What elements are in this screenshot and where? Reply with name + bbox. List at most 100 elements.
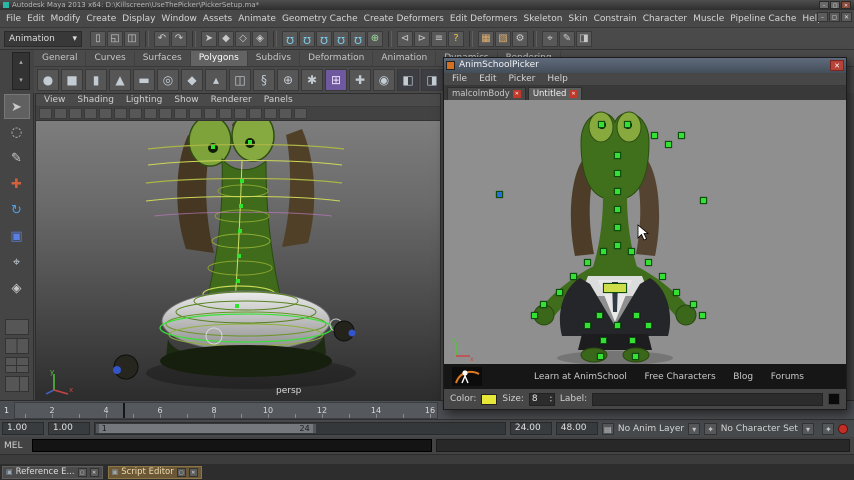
picker-button-5[interactable]	[700, 196, 707, 204]
picker-button-23[interactable]	[531, 311, 538, 319]
separate-icon[interactable]: ◨	[421, 69, 443, 91]
character-set-key-icon[interactable]: ✦	[704, 422, 717, 435]
taskbar-script-editor[interactable]: ▣ Script Editor ▢ ✕	[107, 465, 202, 479]
range-slider-handle[interactable]: 1 24	[95, 424, 316, 433]
picker-button-21[interactable]	[540, 300, 547, 308]
range-slider[interactable]: 1 24	[93, 422, 506, 435]
picker-menu-help[interactable]: Help	[541, 73, 574, 85]
maximize-button[interactable]: ▢	[830, 1, 840, 9]
two-d-pan-zoom-icon[interactable]	[114, 108, 127, 119]
record-button[interactable]	[838, 423, 848, 434]
gate-mask-icon[interactable]	[189, 108, 202, 119]
poly-cube-icon[interactable]: ■	[61, 69, 83, 91]
color-swatch[interactable]	[481, 393, 498, 405]
shelf-tab-surfaces[interactable]: Surfaces	[135, 51, 191, 66]
last-tool[interactable]: ◈	[4, 276, 30, 301]
menu-skin[interactable]: Skin	[565, 10, 590, 28]
close-icon[interactable]: ✕	[188, 467, 198, 477]
animation-start-field[interactable]: 1.00	[47, 422, 90, 435]
picker-button-27[interactable]	[633, 311, 640, 319]
picker-button-10[interactable]	[614, 205, 621, 213]
safe-title-icon[interactable]	[234, 108, 247, 119]
picker-button-6[interactable]	[496, 190, 503, 198]
poly-pyramid-icon[interactable]: ▴	[205, 69, 227, 91]
viewport-view[interactable]: y x persp	[36, 121, 440, 399]
animschool-picker-window[interactable]: AnimSchoolPicker ✕ File Edit Picker Help ma…	[443, 57, 847, 410]
poly-cone-icon[interactable]: ▲	[109, 69, 131, 91]
resolution-gate-icon[interactable]	[174, 108, 187, 119]
picker-button-13[interactable]	[600, 247, 607, 255]
render-current-frame-icon[interactable]: ▦	[478, 30, 494, 47]
help-icon[interactable]: ?	[448, 30, 464, 47]
picker-button-33[interactable]	[597, 352, 604, 360]
picker-button-15[interactable]	[584, 258, 591, 266]
safe-action-icon[interactable]	[219, 108, 232, 119]
output-connections-icon[interactable]: ⊳	[414, 30, 430, 47]
picker-button-12[interactable]	[614, 241, 621, 249]
snap-grid-icon[interactable]: Ω	[282, 30, 298, 47]
poly-pipe-icon[interactable]: ◫	[229, 69, 251, 91]
picker-button-30[interactable]	[645, 321, 652, 329]
size-spinner[interactable]: ▴ ▾	[550, 395, 552, 403]
picker-button-11[interactable]	[614, 223, 621, 231]
picker-button-17[interactable]	[570, 272, 577, 280]
image-plane-icon[interactable]	[99, 108, 112, 119]
shaded-mode-icon[interactable]	[264, 108, 277, 119]
shelf-tab-general[interactable]: General	[34, 51, 87, 66]
command-input[interactable]	[32, 439, 432, 452]
menu-display[interactable]: Display	[119, 10, 158, 28]
menu-set-selector[interactable]: Animation ▾	[4, 30, 82, 47]
make-live-icon[interactable]: ⊕	[367, 30, 383, 47]
shelf-switcher[interactable]: ▴ ▾	[12, 52, 30, 90]
menu-character[interactable]: Character	[640, 10, 690, 28]
timeline-track[interactable]: 2 4 6 8 10 12 14 16	[14, 402, 438, 419]
picker-button-18[interactable]	[659, 272, 666, 280]
shelf-tab-curves[interactable]: Curves	[86, 51, 135, 66]
sculpt-geometry-icon[interactable]: ✱	[301, 69, 323, 91]
lasso-tool[interactable]: ◌	[4, 120, 30, 145]
mdi-restore-button[interactable]: ▢	[829, 12, 840, 22]
ipr-render-icon[interactable]: ▧	[495, 30, 511, 47]
grease-pencil-icon[interactable]	[129, 108, 142, 119]
snap-projected-center-icon[interactable]: Ω	[333, 30, 349, 47]
toggle-panel-icon[interactable]: ◨	[576, 30, 592, 47]
anim-layer-icon[interactable]: ▤	[601, 422, 614, 435]
shelf-down-icon[interactable]: ▾	[19, 76, 23, 84]
smooth-icon[interactable]: ◉	[373, 69, 395, 91]
scale-tool[interactable]: ▣	[4, 224, 30, 249]
restore-icon[interactable]: ▢	[176, 467, 186, 477]
select-hierarchy-icon[interactable]: ➤	[201, 30, 217, 47]
menu-muscle[interactable]: Muscle	[690, 10, 727, 28]
shelf-tab-subdivs[interactable]: Subdivs	[248, 51, 301, 66]
menu-geometry-cache[interactable]: Geometry Cache	[279, 10, 361, 28]
secondary-color-swatch[interactable]	[828, 393, 840, 406]
picker-button-31[interactable]	[600, 336, 607, 344]
restore-icon[interactable]: ▢	[77, 467, 87, 477]
minimize-button[interactable]: –	[819, 1, 829, 9]
render-settings-icon[interactable]: ⚙	[512, 30, 528, 47]
quick-select-icon[interactable]: ⌖	[542, 30, 558, 47]
menu-edit[interactable]: Edit	[24, 10, 47, 28]
poly-torus-icon[interactable]: ◎	[157, 69, 179, 91]
titlebar[interactable]: Autodesk Maya 2013 x64: D:\Killscreen\Us…	[0, 0, 854, 10]
select-tool[interactable]: ➤	[3, 94, 30, 119]
viewport-panel[interactable]: View Shading Lighting Show Renderer Panels	[35, 93, 441, 400]
picker-button-24[interactable]	[699, 311, 706, 319]
menu-modify[interactable]: Modify	[48, 10, 84, 28]
new-scene-icon[interactable]: ▯	[90, 30, 106, 47]
anim-layer-menu-icon[interactable]: ▾	[688, 422, 701, 435]
wireframe-mode-icon[interactable]	[249, 108, 262, 119]
poly-cylinder-icon[interactable]: ▮	[85, 69, 107, 91]
picker-button-26[interactable]	[596, 311, 603, 319]
picker-tab-untitled[interactable]: Untitled ✕	[527, 86, 583, 100]
mdi-close-button[interactable]: ✕	[841, 12, 852, 22]
close-icon[interactable]: ✕	[89, 467, 99, 477]
poly-soccerball-icon[interactable]: ⊕	[277, 69, 299, 91]
playhead[interactable]	[123, 403, 125, 418]
poly-plane-icon[interactable]: ▬	[133, 69, 155, 91]
undo-icon[interactable]: ↶	[154, 30, 170, 47]
shelf-tab-polygons[interactable]: Polygons	[190, 51, 248, 66]
animation-end-field[interactable]: 48.00	[555, 422, 598, 435]
move-tool[interactable]: ✚	[4, 172, 30, 197]
select-asset-icon[interactable]: ◈	[252, 30, 268, 47]
